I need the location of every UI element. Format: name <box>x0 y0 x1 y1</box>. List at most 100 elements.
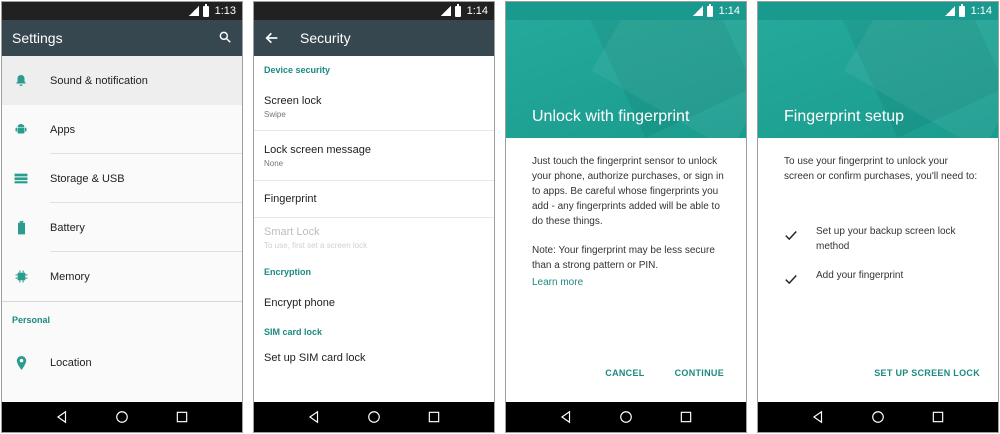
item-title: Fingerprint <box>264 193 317 205</box>
item-title: Encrypt phone <box>264 297 335 309</box>
back-nav-icon[interactable] <box>811 410 825 424</box>
settings-list: Sound & notification Apps Storage & USB … <box>2 56 242 387</box>
page-title: Security <box>300 30 351 46</box>
security-screen: 1:14 Security Device security Screen loc… <box>253 1 495 433</box>
storage-icon <box>14 172 28 186</box>
status-bar: 1:13 <box>2 2 242 20</box>
battery-icon <box>14 220 28 235</box>
page-title: Settings <box>12 30 63 46</box>
settings-item-label: Storage & USB <box>50 172 125 185</box>
step-item: Set up your backup screen lock method <box>784 224 980 254</box>
status-bar: 1:14 <box>758 2 998 20</box>
settings-item-apps[interactable]: Apps <box>2 105 242 154</box>
encrypt-phone-item[interactable]: Encrypt phone <box>254 286 494 320</box>
fingerprint-item[interactable]: Fingerprint <box>254 181 494 218</box>
signal-icon <box>440 6 451 16</box>
status-bar: 1:14 <box>506 2 746 20</box>
recents-nav-icon[interactable] <box>175 410 189 424</box>
item-subtitle: Swipe <box>264 110 286 119</box>
settings-item-label: Apps <box>50 123 76 136</box>
settings-item-label: Memory <box>50 270 90 283</box>
back-nav-icon[interactable] <box>307 410 321 424</box>
page-title: Unlock with fingerprint <box>532 108 690 125</box>
section-header-sim: SIM card lock <box>264 327 323 337</box>
section-header-device-security: Device security <box>264 65 331 75</box>
section-header-encryption: Encryption <box>264 267 312 277</box>
smart-lock-item: Smart Lock To use, first set a screen lo… <box>254 218 494 258</box>
description: To use your fingerprint to unlock your s… <box>784 154 980 184</box>
bell-icon <box>14 74 28 88</box>
check-icon <box>785 231 797 241</box>
description: Just touch the fingerprint sensor to unl… <box>532 154 728 290</box>
continue-button[interactable]: CONTINUE <box>675 368 724 378</box>
app-bar: Security <box>254 20 494 56</box>
setup-screen-lock-button[interactable]: SET UP SCREEN LOCK <box>874 368 980 378</box>
location-icon <box>14 355 28 370</box>
settings-item-label: Sound & notification <box>50 74 148 87</box>
section-header-personal: Personal <box>12 315 51 325</box>
fingerprint-setup-screen: 1:14 Fingerprint setup To use your finge… <box>757 1 999 433</box>
recents-nav-icon[interactable] <box>427 410 441 424</box>
recents-nav-icon[interactable] <box>931 410 945 424</box>
status-time: 1:14 <box>970 5 992 17</box>
settings-item-storage[interactable]: Storage & USB <box>2 154 242 203</box>
settings-item-battery[interactable]: Battery <box>2 203 242 252</box>
hero-header: Fingerprint setup <box>758 20 998 138</box>
cancel-button[interactable]: CANCEL <box>605 368 644 378</box>
security-list: Device security Screen lock Swipe Lock s… <box>254 56 494 372</box>
learn-more-link[interactable]: Learn more <box>532 275 583 290</box>
signal-icon <box>692 6 703 16</box>
item-title: Lock screen message <box>264 143 371 156</box>
android-icon <box>14 123 28 137</box>
battery-status-icon <box>706 3 713 17</box>
item-subtitle: To use, first set a screen lock <box>264 241 368 250</box>
intro-paragraph: To use your fingerprint to unlock your s… <box>784 156 978 182</box>
nav-bar <box>254 402 494 432</box>
home-nav-icon[interactable] <box>871 410 885 424</box>
step-item: Add your fingerprint <box>784 268 980 286</box>
signal-icon <box>188 6 199 16</box>
settings-item-memory[interactable]: Memory <box>2 252 242 301</box>
action-bar: SET UP SCREEN LOCK <box>874 368 980 378</box>
lock-screen-message-item[interactable]: Lock screen message None <box>254 131 494 181</box>
settings-item-sound[interactable]: Sound & notification <box>2 56 242 105</box>
settings-item-label: Location <box>50 356 92 369</box>
signal-icon <box>944 6 955 16</box>
battery-status-icon <box>454 3 461 17</box>
app-bar: Settings <box>2 20 242 56</box>
sim-lock-item[interactable]: Set up SIM card lock <box>254 344 494 372</box>
item-title: Set up SIM card lock <box>264 352 366 364</box>
battery-status-icon <box>202 3 209 17</box>
recents-nav-icon[interactable] <box>679 410 693 424</box>
back-nav-icon[interactable] <box>559 410 573 424</box>
page-title: Fingerprint setup <box>784 108 905 125</box>
home-nav-icon[interactable] <box>367 410 381 424</box>
nav-bar <box>2 402 242 432</box>
back-arrow-icon[interactable] <box>264 30 280 46</box>
step-label: Set up your backup screen lock method <box>816 226 956 252</box>
screen-lock-item[interactable]: Screen lock Swipe <box>254 84 494 131</box>
action-bar: CANCEL CONTINUE <box>605 368 724 378</box>
description-paragraph: Just touch the fingerprint sensor to unl… <box>532 156 724 227</box>
item-subtitle: None <box>264 158 284 168</box>
status-time: 1:14 <box>466 5 488 17</box>
status-time: 1:13 <box>214 5 236 17</box>
home-nav-icon[interactable] <box>619 410 633 424</box>
battery-status-icon <box>958 3 965 17</box>
steps-list: Set up your backup screen lock method Ad… <box>784 224 980 300</box>
note-paragraph: Note: Your fingerprint may be less secur… <box>532 245 715 271</box>
nav-bar <box>506 402 746 432</box>
check-icon <box>785 275 797 285</box>
settings-item-location[interactable]: Location <box>2 338 242 387</box>
step-label: Add your fingerprint <box>816 270 904 281</box>
home-nav-icon[interactable] <box>115 410 129 424</box>
status-time: 1:14 <box>718 5 740 17</box>
settings-item-label: Battery <box>50 221 85 234</box>
back-nav-icon[interactable] <box>55 410 69 424</box>
memory-icon <box>14 270 28 284</box>
item-title: Smart Lock <box>264 226 320 238</box>
unlock-fingerprint-screen: 1:14 Unlock with fingerprint Just touch … <box>505 1 747 433</box>
settings-screen: 1:13 Settings Sound & notification Apps … <box>1 1 243 433</box>
search-icon[interactable] <box>218 30 232 44</box>
nav-bar <box>758 402 998 432</box>
